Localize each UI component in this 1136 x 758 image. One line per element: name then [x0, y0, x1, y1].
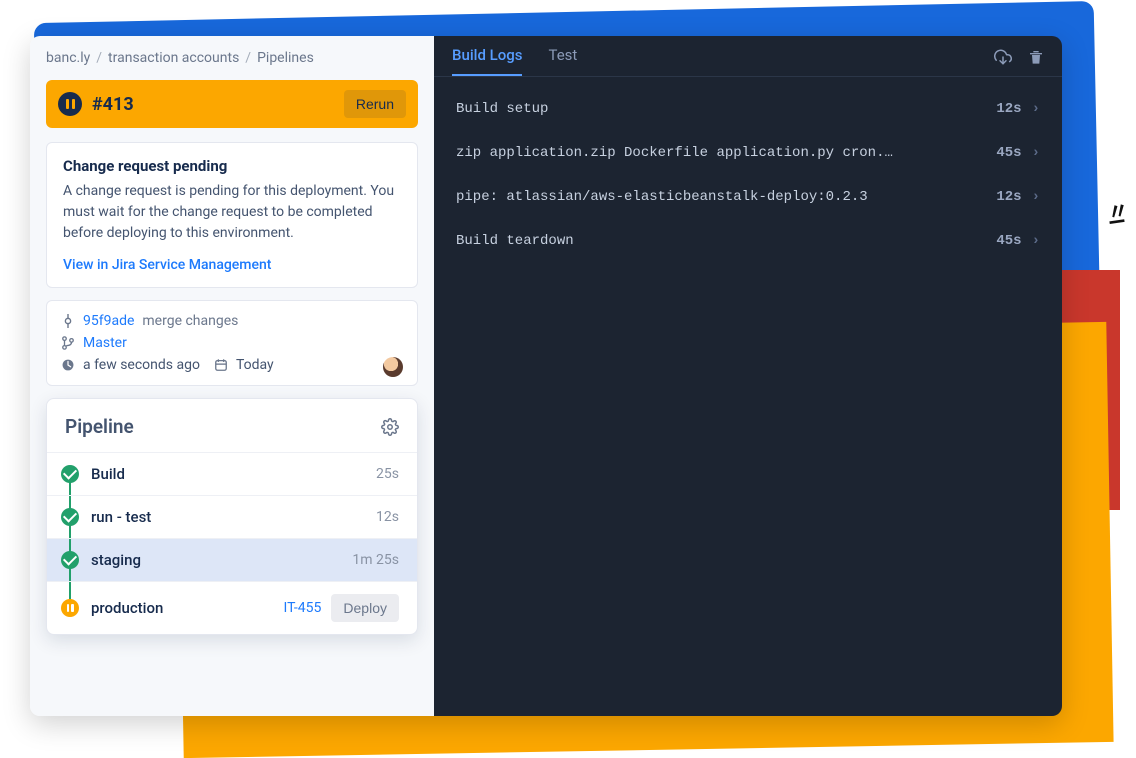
logs-tabs: Build Logs Test	[434, 36, 1062, 77]
run-number: #413	[92, 94, 134, 115]
step-duration: 12s	[376, 509, 399, 525]
pipeline-step-production[interactable]: production IT-455 Deploy	[47, 581, 417, 634]
trash-icon[interactable]	[1028, 48, 1044, 66]
ticket-link[interactable]: IT-455	[284, 600, 322, 616]
step-name: run - test	[91, 508, 151, 526]
breadcrumb-repo[interactable]: transaction accounts	[108, 50, 239, 66]
view-in-jsm-link[interactable]: View in Jira Service Management	[63, 257, 271, 273]
pipeline-step-run-test[interactable]: run - test 12s	[47, 495, 417, 538]
breadcrumb-current: Pipelines	[257, 50, 314, 66]
pipeline-step-build[interactable]: Build 25s	[47, 452, 417, 495]
commit-message: merge changes	[142, 313, 238, 329]
step-duration: 1m 25s	[352, 552, 399, 568]
logs-list: Build setup 12s › zip application.zip Doc…	[434, 77, 1062, 273]
commit-icon	[61, 314, 75, 328]
pipeline-step-staging[interactable]: staging 1m 25s	[47, 538, 417, 581]
download-cloud-icon[interactable]	[994, 48, 1012, 66]
log-row[interactable]: pipe: atlassian/aws-elasticbeanstalk-dep…	[442, 175, 1054, 219]
pause-icon	[58, 92, 82, 116]
clock-icon	[61, 358, 75, 372]
step-duration: 25s	[376, 466, 399, 482]
commit-meta-card: 95f9ade merge changes Master a few secon…	[46, 300, 418, 386]
log-text: zip application.zip Dockerfile applicati…	[456, 145, 896, 161]
status-success-icon	[61, 551, 79, 569]
commit-hash[interactable]: 95f9ade	[83, 313, 134, 329]
branch-icon	[61, 336, 75, 350]
run-relative-time: a few seconds ago	[83, 357, 200, 373]
breadcrumb-sep: /	[245, 50, 251, 66]
log-text: pipe: atlassian/aws-elasticbeanstalk-dep…	[456, 189, 868, 205]
chevron-right-icon: ›	[1032, 101, 1040, 117]
change-request-card: Change request pending A change request …	[46, 142, 418, 288]
logs-panel: Build Logs Test Build setup 12s › zip app…	[434, 36, 1062, 716]
left-panel: banc.ly / transaction accounts / Pipelin…	[30, 36, 434, 716]
log-row[interactable]: Build setup 12s ›	[442, 87, 1054, 131]
status-paused-icon	[61, 599, 79, 617]
log-text: Build teardown	[456, 233, 574, 249]
branch-name[interactable]: Master	[83, 335, 127, 351]
deploy-button[interactable]: Deploy	[331, 594, 399, 622]
app-window: banc.ly / transaction accounts / Pipelin…	[30, 36, 1062, 716]
log-row[interactable]: Build teardown 45s ›	[442, 219, 1054, 263]
breadcrumb-project[interactable]: banc.ly	[46, 50, 90, 66]
log-duration: 12s	[996, 101, 1021, 117]
run-date: Today	[236, 357, 274, 373]
breadcrumb: banc.ly / transaction accounts / Pipelin…	[46, 50, 418, 66]
status-success-icon	[61, 465, 79, 483]
calendar-icon	[214, 358, 228, 372]
log-duration: 12s	[996, 189, 1021, 205]
breadcrumb-sep: /	[96, 50, 102, 66]
log-duration: 45s	[996, 233, 1021, 249]
pipeline-title: Pipeline	[65, 415, 134, 438]
tab-test[interactable]: Test	[548, 46, 577, 76]
rerun-button[interactable]: Rerun	[344, 90, 406, 118]
chevron-right-icon: ›	[1032, 233, 1040, 249]
step-name: staging	[91, 551, 141, 569]
status-success-icon	[61, 508, 79, 526]
chevron-right-icon: ›	[1032, 145, 1040, 161]
change-request-body: A change request is pending for this dep…	[63, 181, 401, 244]
decor-spark-lines: 〃—	[1107, 207, 1132, 230]
change-request-title: Change request pending	[63, 157, 401, 175]
step-name: Build	[91, 465, 125, 483]
log-duration: 45s	[996, 145, 1021, 161]
log-row[interactable]: zip application.zip Dockerfile applicati…	[442, 131, 1054, 175]
chevron-right-icon: ›	[1032, 189, 1040, 205]
log-text: Build setup	[456, 101, 548, 117]
gear-icon[interactable]	[381, 418, 399, 436]
pipeline-card: Pipeline Build 25s run - test 12s	[46, 398, 418, 635]
tab-build-logs[interactable]: Build Logs	[452, 46, 522, 76]
step-name: production	[91, 599, 163, 617]
run-header: #413 Rerun	[46, 80, 418, 128]
avatar[interactable]	[383, 357, 403, 377]
